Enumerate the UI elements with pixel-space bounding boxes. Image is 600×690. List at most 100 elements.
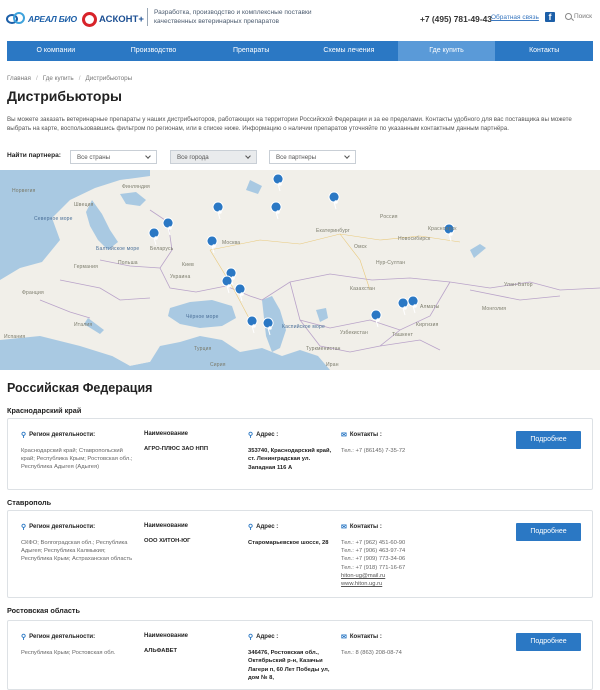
breadcrumb-where-to-buy[interactable]: Где купить (43, 75, 74, 82)
map-label-uzbekistan: Узбекистан (340, 330, 368, 336)
nav-products[interactable]: Препараты (202, 41, 300, 61)
map-label-ulaanbaatar: Улан-Батор (504, 282, 533, 288)
location-pin-icon: ⚲ (21, 634, 27, 641)
map-label-germany: Германия (74, 264, 99, 270)
contact-phone[interactable]: Тел.: +7 (909) 773-34-06 (341, 555, 451, 563)
envelope-icon: ✉ (341, 524, 347, 531)
region-list: СКФО; Волгоградская обл.; Республика Ады… (21, 540, 133, 563)
address-heading-label: Адрес : (256, 432, 279, 438)
contacts-heading: ✉ Контакты : (341, 633, 451, 641)
map-label-novosibirsk: Новосибирск (398, 236, 431, 242)
map-label-russia: Россия (380, 214, 398, 220)
contacts-column: ✉ Контакты : Тел.: +7 (962) 451-60-90 Тел… (341, 523, 451, 588)
map-label-poland: Польша (118, 260, 138, 266)
partner-contacts: Тел.: 8 (863) 208-08-74 (341, 649, 451, 657)
contacts-column: ✉ Контакты : Тел.: 8 (863) 208-08-74 (341, 633, 451, 657)
breadcrumb-home[interactable]: Главная (7, 75, 31, 82)
map-label-kiev: Киев (182, 262, 194, 268)
city-select[interactable]: Все города (170, 150, 257, 164)
address-heading-label: Адрес : (256, 634, 279, 640)
region-title: Ставрополь (7, 498, 52, 507)
details-button[interactable]: Подробнее (516, 431, 581, 449)
partner-card: ⚲ Регион деятельности: Краснодарский край… (7, 418, 593, 490)
map-label-belarus: Беларусь (150, 246, 174, 252)
search-label: Поиск (574, 13, 593, 20)
contact-phone[interactable]: Тел.: 8 (863) 208-08-74 (341, 649, 451, 657)
contact-phone[interactable]: Тел.: +7 (918) 771-16-67 (341, 564, 451, 572)
details-button[interactable]: Подробнее (516, 523, 581, 541)
envelope-icon: ✉ (341, 432, 347, 439)
askont-logo-text: АСКОНТ+ (99, 13, 144, 25)
map-label-caspian: Каспийское море (282, 324, 325, 330)
map-label-north-sea: Северное море (34, 216, 73, 222)
address-heading-label: Адрес : (256, 524, 279, 530)
map-svg (0, 170, 600, 370)
map-label-italy: Италия (74, 322, 93, 328)
contacts-heading: ✉ Контакты : (341, 431, 451, 439)
name-heading: Наименование (144, 431, 239, 437)
search-button[interactable]: Поиск (565, 13, 592, 20)
address-column: ⚲ Адрес : 353740, Краснодарский край, ст.… (248, 431, 333, 472)
intro-text: Вы можете заказать ветеринарные препарат… (7, 116, 572, 132)
callback-link[interactable]: Обратная связь (491, 14, 539, 21)
map-label-nursultan: Нур-Султан (376, 260, 406, 266)
address-heading: ⚲ Адрес : (248, 633, 333, 641)
name-column: Наименование АЛЬФАВЕТ (144, 633, 239, 655)
city-select-value: Все города (177, 154, 209, 161)
nav-where-to-buy[interactable]: Где купить (397, 41, 496, 61)
page-title: Дистрибьюторы (7, 88, 122, 104)
contact-website-link[interactable]: www.hiton.ug.ru (341, 581, 382, 587)
partner-select[interactable]: Все партнеры (269, 150, 356, 164)
contacts-heading: ✉ Контакты : (341, 523, 451, 531)
name-heading-label: Наименование (144, 431, 189, 437)
location-pin-icon: ⚲ (248, 634, 254, 641)
contact-phone[interactable]: Тел.: +7 (86145) 7-35-72 (341, 447, 451, 455)
phone-number[interactable]: +7 (495) 781-49-43 (420, 14, 492, 24)
map-label-ekaterinburg: Екатеринбург (316, 228, 350, 234)
contact-phone[interactable]: Тел.: +7 (906) 463-97-74 (341, 547, 451, 555)
contacts-heading-label: Контакты : (349, 634, 382, 640)
nav-contacts[interactable]: Контакты (495, 41, 593, 61)
partner-address: Старомарьевское шоссе, 28 (248, 540, 329, 546)
contact-phone[interactable]: Тел.: +7 (962) 451-60-90 (341, 539, 451, 547)
location-pin-icon: ⚲ (248, 524, 254, 531)
map-label-iran: Иран (326, 362, 339, 368)
askont-ring-icon (82, 11, 97, 27)
map-label-black-sea: Чёрное море (186, 314, 219, 320)
map-label-turkmenistan: Туркменистан (306, 346, 341, 352)
name-heading: Наименование (144, 633, 239, 639)
map-label-kazakhstan: Казахстан (350, 286, 376, 292)
location-pin-icon: ⚲ (21, 524, 27, 531)
askont-logo[interactable]: АСКОНТ+ (82, 10, 144, 28)
details-button[interactable]: Подробнее (516, 633, 581, 651)
location-pin-icon: ⚲ (21, 432, 27, 439)
nav-treatment[interactable]: Схемы лечения (300, 41, 398, 61)
address-heading: ⚲ Адрес : (248, 431, 333, 439)
country-select[interactable]: Все страны (70, 150, 157, 164)
map-label-mongolia: Монголия (482, 306, 507, 312)
chevron-down-icon (145, 153, 151, 159)
region-title: Краснодарский край (7, 406, 82, 415)
facebook-icon[interactable]: f (545, 12, 555, 22)
region-heading-label: Регион деятельности: (29, 432, 96, 438)
distributors-map[interactable]: Северное море Балтийское море Норвегия Ш… (0, 170, 600, 370)
partner-name: АЛЬФАВЕТ (144, 648, 178, 654)
map-label-krasnoyarsk: Красноярск (428, 226, 457, 232)
nav-about[interactable]: О компании (7, 41, 105, 61)
filter-label: Найти партнера: (7, 152, 61, 159)
region-column: ⚲ Регион деятельности: СКФО; Волгоградска… (21, 523, 136, 564)
map-label-turkey: Турция (194, 346, 212, 352)
region-title: Ростовская область (7, 606, 80, 615)
map-label-france: Франция (22, 290, 44, 296)
nav-production[interactable]: Производство (105, 41, 203, 61)
land-shape (0, 170, 600, 370)
partner-card: ⚲ Регион деятельности: СКФО; Волгоградска… (7, 510, 593, 598)
areal-bio-logo[interactable]: АРЕАЛ БИО (6, 10, 77, 28)
search-icon (565, 13, 572, 20)
map-label-kyrgyzstan: Киргизия (416, 322, 439, 328)
partner-contacts: Тел.: +7 (962) 451-60-90 Тел.: +7 (906) … (341, 539, 451, 588)
partner-contacts: Тел.: +7 (86145) 7-35-72 (341, 447, 451, 455)
contact-email-link[interactable]: hiton-ug@mail.ru (341, 573, 385, 579)
map-label-baltic: Балтийское море (96, 246, 140, 252)
name-column: Наименование ООО ХИТОН-ЮГ (144, 523, 239, 545)
